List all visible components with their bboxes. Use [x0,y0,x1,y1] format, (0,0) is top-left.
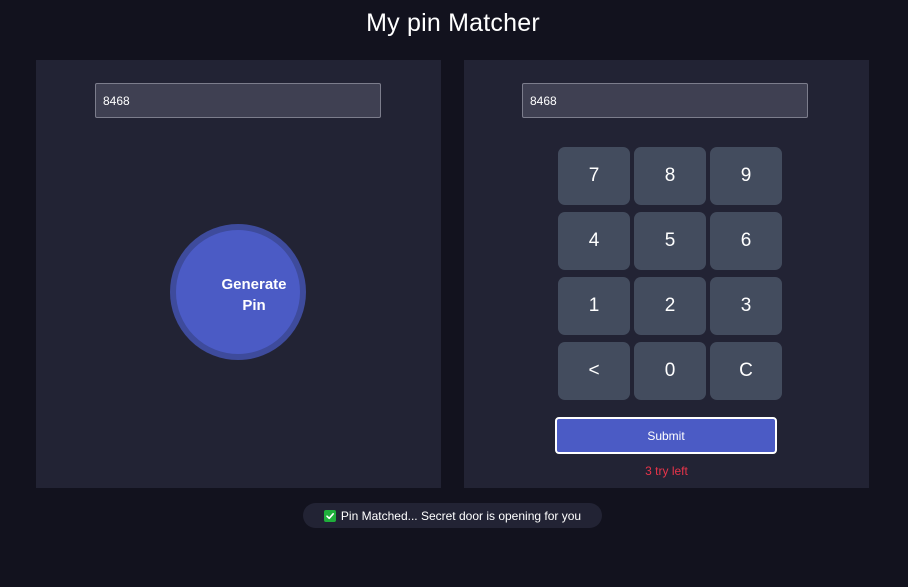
key-backspace[interactable]: < [558,342,630,400]
typed-pin-field[interactable] [522,83,808,118]
notification-message: Pin Matched... Secret door is opening fo… [340,508,582,523]
key-0[interactable]: 0 [634,342,706,400]
page-title: My pin Matcher [366,9,540,37]
key-1[interactable]: 1 [558,277,630,335]
key-clear[interactable]: C [710,342,782,400]
key-2[interactable]: 2 [634,277,706,335]
key-3[interactable]: 3 [710,277,782,335]
key-7[interactable]: 7 [558,147,630,205]
key-8[interactable]: 8 [634,147,706,205]
page: My pin Matcher Generate Pin 7 8 9 4 5 6 … [0,0,908,587]
tries-left-text: 3 try left [645,464,688,478]
key-6[interactable]: 6 [710,212,782,270]
check-icon [323,509,336,522]
generator-panel: Generate Pin [36,60,441,488]
generate-pin-button[interactable]: Generate Pin [170,224,306,360]
submit-button[interactable]: Submit [555,417,777,454]
key-4[interactable]: 4 [558,212,630,270]
match-notification: Pin Matched... Secret door is opening fo… [303,503,602,528]
generate-pin-label: Generate Pin [221,276,287,314]
keypad: 7 8 9 4 5 6 1 2 3 < 0 C [558,147,782,400]
key-9[interactable]: 9 [710,147,782,205]
matcher-panel: 7 8 9 4 5 6 1 2 3 < 0 C Submit 3 try lef… [464,60,869,488]
key-5[interactable]: 5 [634,212,706,270]
generated-pin-field[interactable] [95,83,381,118]
